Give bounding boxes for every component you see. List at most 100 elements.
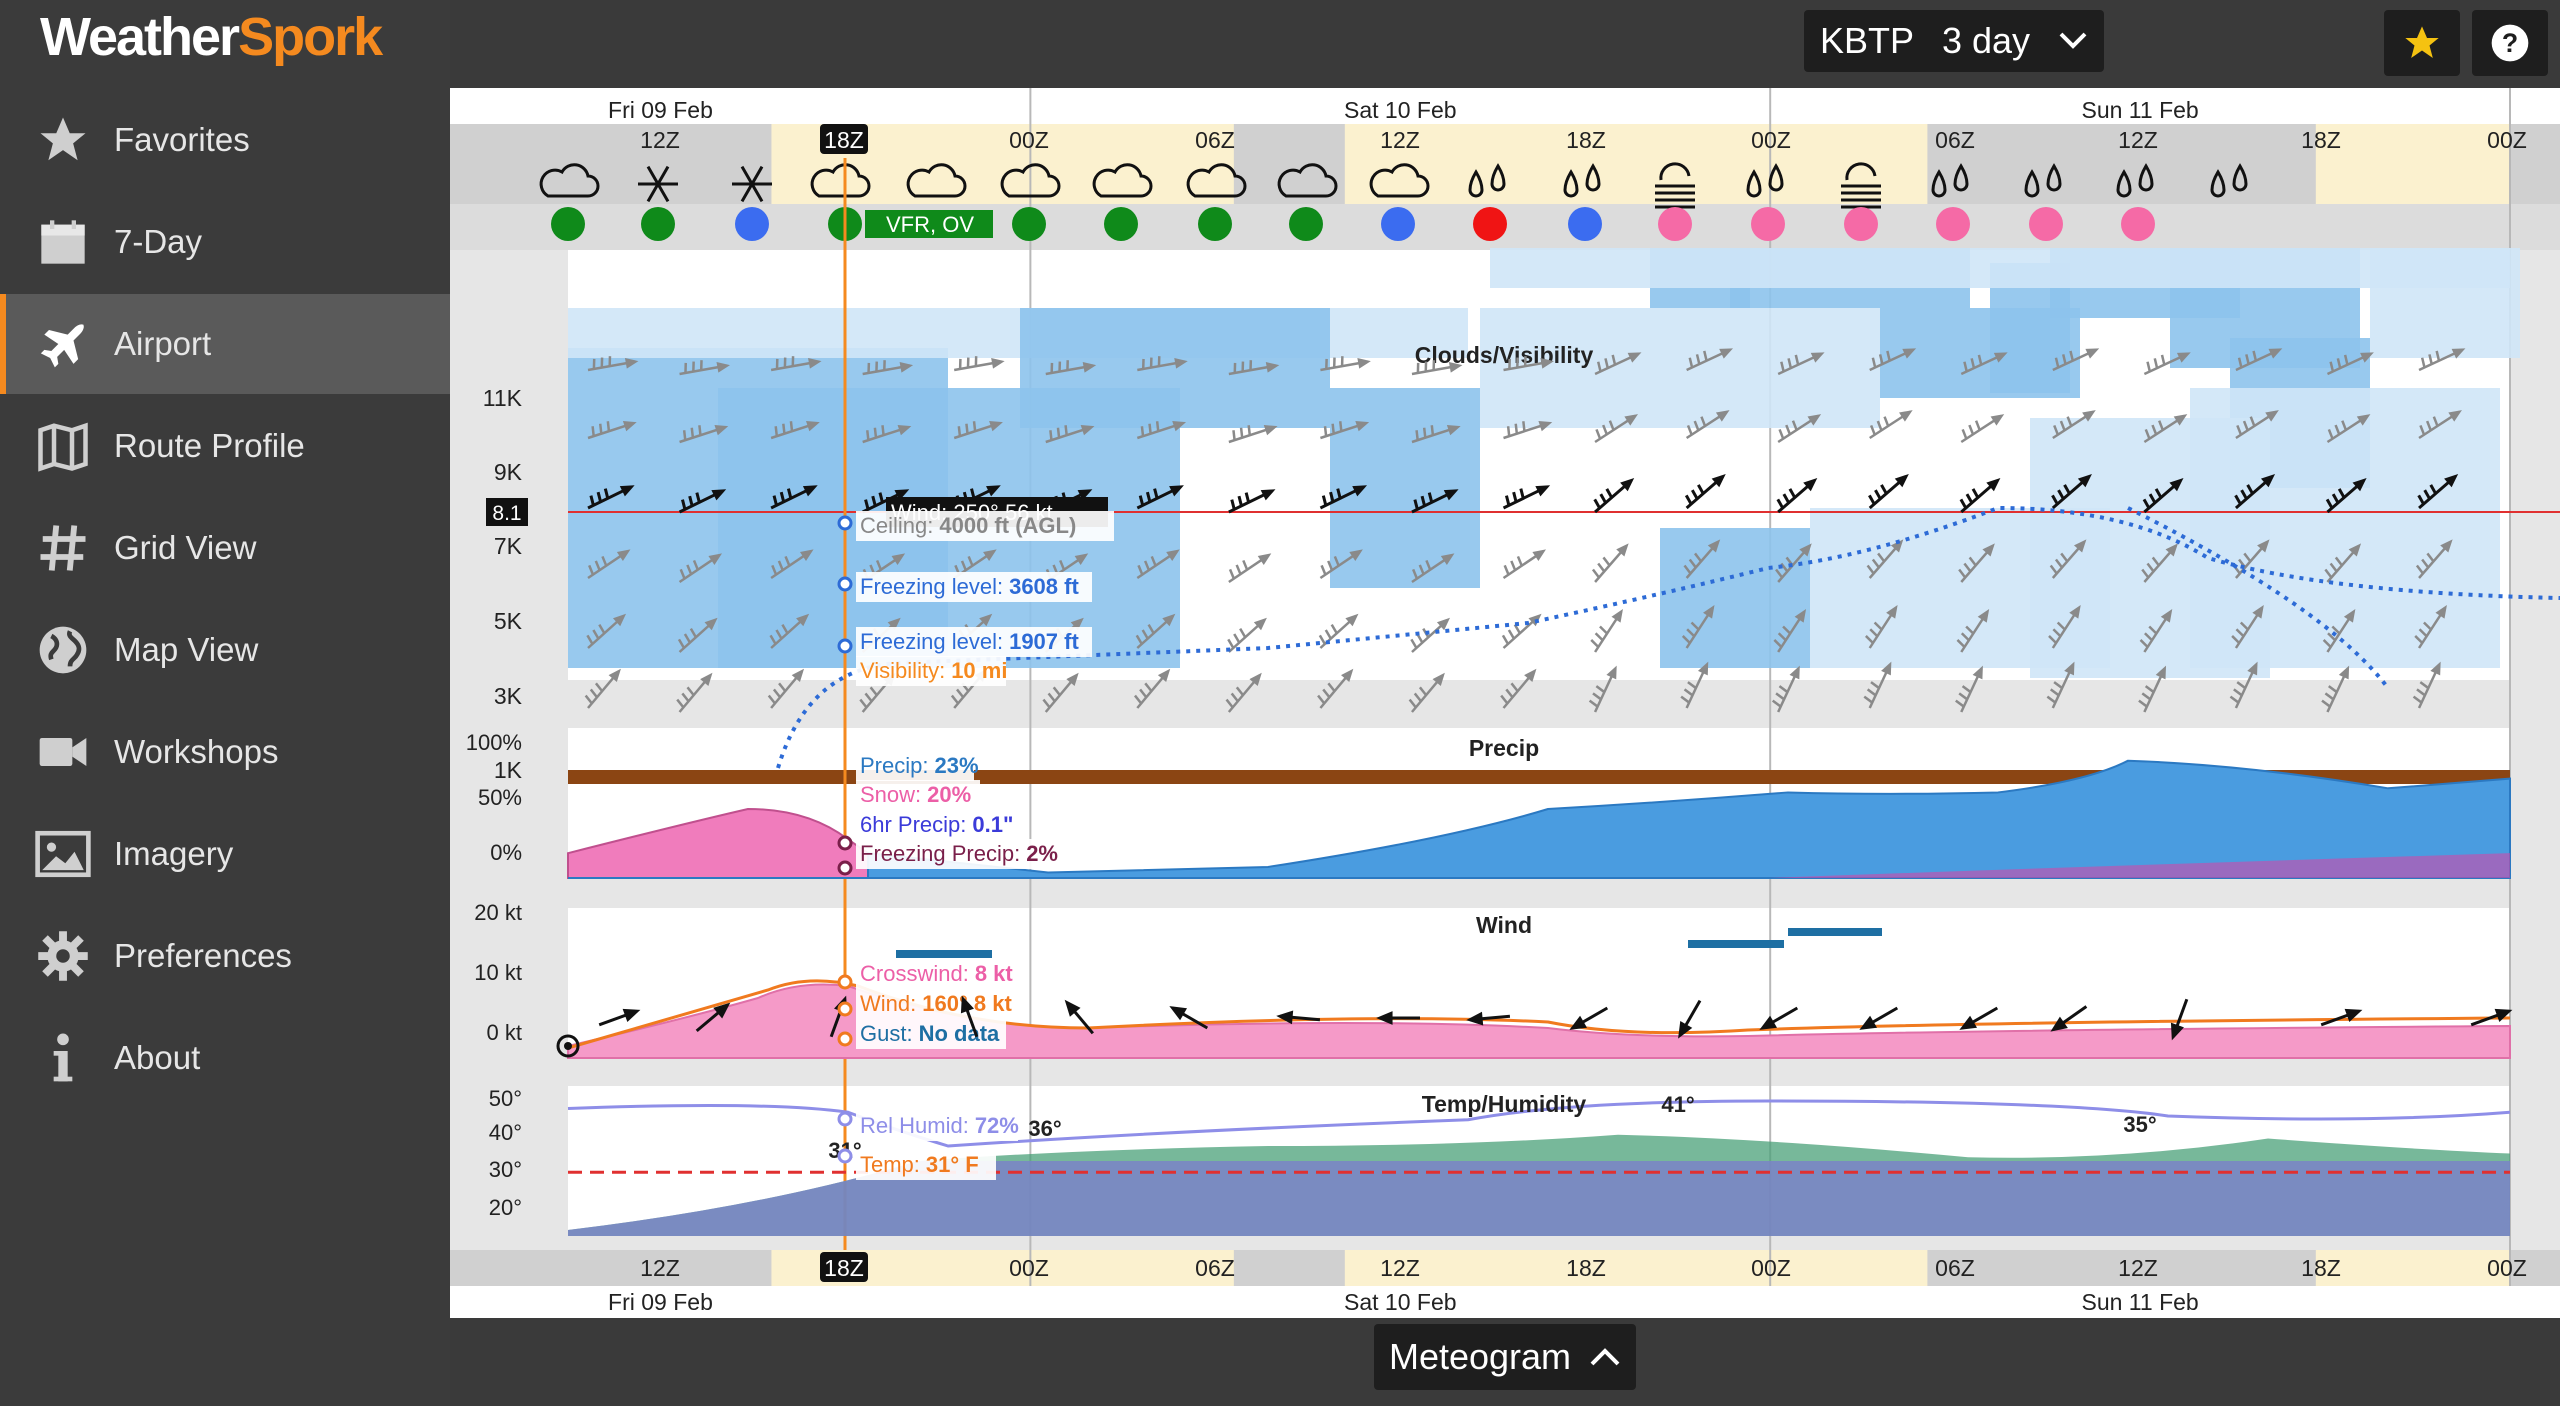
gust-bar	[896, 950, 992, 958]
altitude-label: 3K	[494, 683, 523, 709]
cursor-marker	[837, 638, 853, 654]
day-header-top	[450, 88, 2560, 124]
flight-category-dot	[1104, 207, 1138, 241]
station-range-dropdown[interactable]: KBTP 3 day	[1804, 10, 2104, 72]
altitude-highlight-label: 8.1	[492, 502, 521, 525]
cursor-marker	[837, 860, 853, 876]
star-icon	[28, 113, 98, 167]
sidebar-item-label: Favorites	[114, 121, 250, 158]
sidebar-item-label: Grid View	[114, 529, 257, 566]
humidity-readout: Rel Humid: 72%	[860, 1113, 1019, 1138]
cursor-marker	[837, 1001, 853, 1017]
sidebar-item-airport[interactable]: Airport	[0, 294, 450, 394]
hour-label: 18Z	[1566, 127, 1606, 153]
crosswind-readout-key: Crosswind:	[860, 961, 969, 986]
sidebar-item-label: 7-Day	[114, 223, 203, 260]
gust-readout-value: No data	[919, 1021, 1000, 1046]
precip-readout-value: 20%	[927, 782, 971, 807]
hour-label: 00Z	[1751, 127, 1791, 153]
hour-label: 18Z	[2301, 127, 2341, 153]
temp-readout-value: 31° F	[926, 1152, 979, 1177]
hour-label: 18Z	[824, 1255, 864, 1281]
question-icon: ?	[2491, 24, 2529, 62]
temp-value-label: 35°	[2123, 1112, 2156, 1137]
sidebar-item-imagery[interactable]: Imagery	[0, 804, 450, 904]
airplane-icon	[28, 316, 98, 372]
hash-icon	[28, 521, 98, 575]
flight-category-dot	[1473, 207, 1507, 241]
altitude-label: 1K	[494, 757, 523, 783]
precip-readout-key: Freezing Precip:	[860, 841, 1020, 866]
cursor-marker	[837, 974, 853, 990]
temp-title: Temp/Humidity	[1422, 1091, 1587, 1117]
hour-label: 06Z	[1195, 127, 1235, 153]
daylight-band	[2315, 1250, 2510, 1286]
app-logo[interactable]: WeatherSpork	[40, 6, 383, 68]
wind-title: Wind	[1476, 912, 1532, 938]
wind-axis-label: 10 kt	[474, 960, 522, 985]
sidebar-item-grid-view[interactable]: Grid View	[0, 498, 450, 598]
cloud-layer	[1490, 248, 2510, 288]
hour-label: 12Z	[2118, 1255, 2158, 1281]
chevron-down-icon	[2059, 32, 2087, 49]
flight-category-dot	[1012, 207, 1046, 241]
gust-readout: Gust: No data	[860, 1021, 1000, 1046]
altitude-label: 5K	[494, 608, 523, 634]
hour-label: 12Z	[1380, 1255, 1420, 1281]
temp-value-label: 41°	[1661, 1092, 1694, 1117]
sidebar-item-about[interactable]: About	[0, 1008, 450, 1108]
calendar-icon	[28, 216, 98, 268]
hour-label: 12Z	[640, 127, 680, 153]
gust-bar	[1788, 928, 1882, 936]
meteogram-label: Meteogram	[1388, 1336, 1572, 1377]
sidebar-item-workshops[interactable]: Workshops	[0, 702, 450, 802]
day-label: Sat 10 Feb	[1344, 1289, 1457, 1315]
gust-readout-key: Gust:	[860, 1021, 913, 1046]
meteogram-toggle-button[interactable]: Meteogram	[1374, 1324, 1636, 1390]
calm-wind-dot	[564, 1042, 572, 1050]
hour-label: 12Z	[2118, 127, 2158, 153]
favorite-button[interactable]	[2384, 10, 2460, 76]
hour-label: 00Z	[1009, 1255, 1049, 1281]
precip-axis-label: 100%	[466, 730, 522, 755]
precip-axis-label: 50%	[478, 785, 522, 810]
sidebar-item-label: Preferences	[114, 937, 292, 974]
freezing-level-2: Freezing level: 1907 ft	[860, 629, 1079, 654]
selected-category-label: VFR, OV	[886, 212, 974, 237]
sidebar-item-7-day[interactable]: 7-Day	[0, 192, 450, 292]
altitude-label: 9K	[494, 459, 523, 485]
day-footer	[450, 1286, 2560, 1318]
ceiling-readout-value: 4000 ft (AGL)	[939, 513, 1076, 538]
precip-readout-key: 6hr Precip:	[860, 812, 966, 837]
help-button[interactable]: ?	[2472, 10, 2548, 76]
cursor-marker	[837, 1111, 853, 1127]
station-code: KBTP	[1819, 20, 1914, 61]
precip-readout: 6hr Precip: 0.1"	[860, 812, 1013, 837]
freezing-level-1-key: Freezing level:	[860, 574, 1003, 599]
temp-value-label: 36°	[1028, 1116, 1061, 1141]
flight-category-dot	[1198, 207, 1232, 241]
temp-readout-key: Temp:	[860, 1152, 920, 1177]
video-camera-icon	[28, 724, 98, 780]
cloud-layer	[2400, 388, 2500, 668]
flight-category-dot	[1568, 207, 1602, 241]
flight-category-dot	[1289, 207, 1323, 241]
flight-category-dot	[551, 207, 585, 241]
hour-label: 06Z	[1935, 127, 1975, 153]
sidebar-item-map-view[interactable]: Map View	[0, 600, 450, 700]
precip-readout: Freezing Precip: 2%	[860, 841, 1058, 866]
visibility-readout: Visibility: 10 mi	[860, 658, 1007, 683]
sidebar-item-route-profile[interactable]: Route Profile	[0, 396, 450, 496]
meteogram-chart[interactable]: Fri 09 Feb Fri 09 Feb Sat 10 Feb Sat 10 Feb…	[450, 88, 2560, 1318]
cloud-layer	[1660, 528, 1810, 668]
temp-axis-label: 40°	[489, 1120, 522, 1145]
day-label: Sun 11 Feb	[2081, 1289, 2198, 1315]
hour-label: 06Z	[1195, 1255, 1235, 1281]
humidity-readout-value: 72%	[975, 1113, 1019, 1138]
flight-category-dot	[1751, 207, 1785, 241]
wind-readout: Wind: 160° 8 kt	[860, 991, 1012, 1016]
cursor-marker	[837, 576, 853, 592]
precip-readout-value: 2%	[1026, 841, 1058, 866]
sidebar-item-favorites[interactable]: Favorites	[0, 90, 450, 190]
sidebar-item-preferences[interactable]: Preferences	[0, 906, 450, 1006]
